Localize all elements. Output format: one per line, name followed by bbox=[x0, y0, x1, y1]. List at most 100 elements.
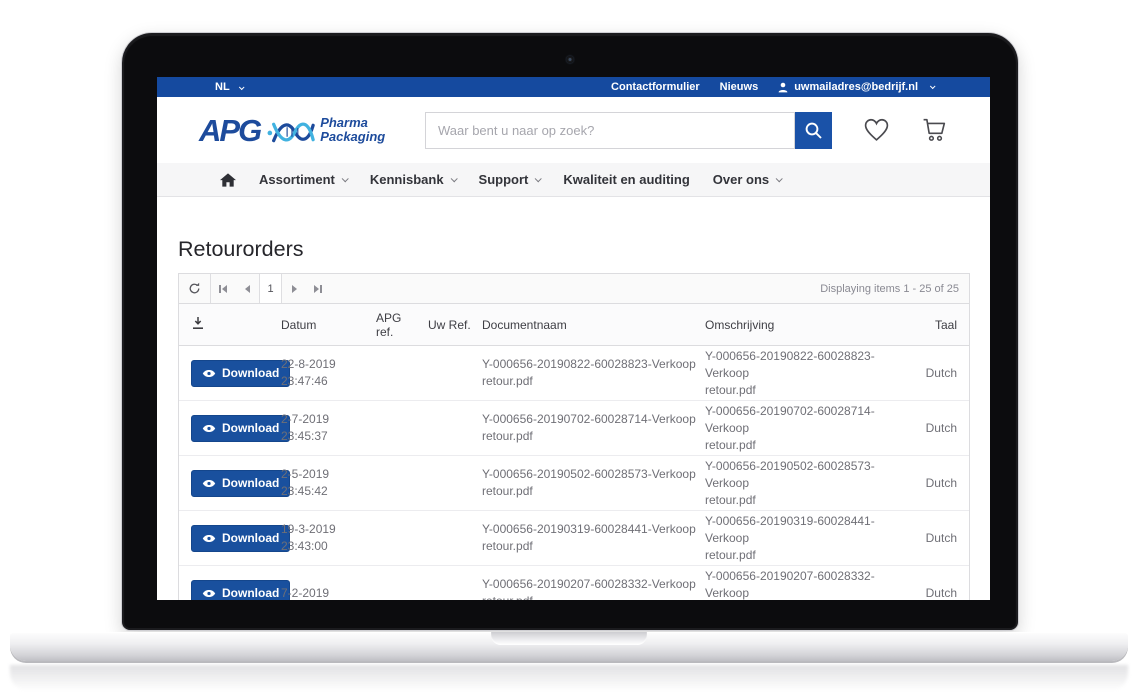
table-row: Download 2-5-2019 23:45:42 Y-000656-2019… bbox=[179, 456, 969, 511]
first-page-button[interactable] bbox=[211, 274, 235, 303]
download-button[interactable]: Download bbox=[191, 470, 290, 497]
cell-omschrijving: Y-000656-20190207-60028332-Verkoop retou… bbox=[705, 568, 915, 601]
download-button-label: Download bbox=[222, 476, 279, 490]
nav-item[interactable]: Assortiment bbox=[259, 172, 347, 187]
language-selector[interactable]: NL bbox=[215, 81, 243, 93]
date-value: 7-2-2019 bbox=[281, 585, 368, 601]
retourorders-table: 1 Displaying items 1 - 25 of 25 bbox=[178, 273, 970, 600]
table-row: Download 2-7-2019 23:45:37 Y-000656-2019… bbox=[179, 401, 969, 456]
column-header-apg-ref[interactable]: APG ref. bbox=[376, 311, 428, 339]
download-button-label: Download bbox=[222, 586, 279, 600]
cart-icon bbox=[921, 118, 948, 142]
refresh-icon bbox=[188, 282, 201, 295]
cell-taal: Dutch bbox=[915, 420, 969, 437]
cell-omschrijving: Y-000656-20190822-60028823-Verkoop retou… bbox=[705, 348, 915, 399]
cell-taal: Dutch bbox=[915, 585, 969, 601]
user-email: uwmailadres@bedrijf.nl bbox=[794, 81, 918, 93]
laptop-mockup: NL Contactformulier Nieuws uwmailadres@be… bbox=[0, 0, 1138, 692]
next-page-button[interactable] bbox=[282, 274, 306, 303]
nav-item-label: Over ons bbox=[713, 172, 769, 187]
column-header-taal[interactable]: Taal bbox=[915, 318, 969, 332]
cell-omschrijving: Y-000656-20190319-60028441-Verkoop retou… bbox=[705, 513, 915, 564]
download-button[interactable]: Download bbox=[191, 415, 290, 442]
chevron-down-icon bbox=[450, 175, 457, 182]
page-number-input[interactable]: 1 bbox=[259, 274, 282, 303]
chevron-down-icon bbox=[535, 175, 542, 182]
site-header: APG Pharma Packaging bbox=[157, 97, 990, 163]
search-button[interactable] bbox=[795, 112, 832, 149]
column-header-omschrijving[interactable]: Omschrijving bbox=[705, 318, 915, 332]
time-value: 23:45:42 bbox=[281, 483, 368, 500]
cell-documentnaam: Y-000656-20190502-60028573-Verkoop retou… bbox=[482, 466, 705, 500]
cell-taal: Dutch bbox=[915, 475, 969, 492]
date-value: 22-8-2019 bbox=[281, 356, 368, 373]
eye-icon bbox=[202, 589, 216, 598]
logo-wordmark: Pharma Packaging bbox=[320, 116, 385, 144]
cell-documentnaam: Y-000656-20190822-60028823-Verkoop retou… bbox=[482, 356, 705, 390]
chevron-down-icon bbox=[776, 175, 783, 182]
search-input[interactable] bbox=[425, 112, 795, 149]
table-row: Download 22-8-2019 23:47:46 Y-000656-201… bbox=[179, 346, 969, 401]
user-icon bbox=[778, 82, 788, 93]
cell-datum: 19-3-2019 23:43:00 bbox=[281, 521, 376, 555]
language-label: NL bbox=[215, 81, 229, 93]
date-value: 2-7-2019 bbox=[281, 411, 368, 428]
topbar-link[interactable]: Nieuws bbox=[720, 81, 759, 93]
wishlist-button[interactable] bbox=[863, 118, 890, 142]
eye-icon bbox=[202, 534, 216, 543]
nav-item[interactable]: Kennisbank bbox=[370, 172, 456, 187]
time-value: 23:45:37 bbox=[281, 428, 368, 445]
download-button[interactable]: Download bbox=[191, 580, 290, 601]
page-content: Retourorders bbox=[157, 237, 990, 600]
time-value: 23:47:46 bbox=[281, 373, 368, 390]
download-button[interactable]: Download bbox=[191, 360, 290, 387]
user-menu[interactable]: uwmailadres@bedrijf.nl bbox=[778, 81, 934, 93]
last-page-button[interactable] bbox=[306, 274, 330, 303]
page-title: Retourorders bbox=[178, 237, 970, 262]
cell-omschrijving: Y-000656-20190502-60028573-Verkoop retou… bbox=[705, 458, 915, 509]
topbar: NL Contactformulier Nieuws uwmailadres@be… bbox=[157, 77, 990, 97]
date-value: 19-3-2019 bbox=[281, 521, 368, 538]
laptop-lid: NL Contactformulier Nieuws uwmailadres@be… bbox=[122, 33, 1018, 630]
cart-button[interactable] bbox=[921, 118, 948, 142]
topbar-link[interactable]: Contactformulier bbox=[611, 81, 700, 93]
last-page-icon bbox=[320, 285, 322, 293]
download-icon bbox=[191, 316, 205, 330]
refresh-button[interactable] bbox=[179, 274, 211, 303]
nav-item[interactable]: Over ons bbox=[713, 172, 781, 187]
laptop-base bbox=[10, 632, 1128, 661]
cell-taal: Dutch bbox=[915, 365, 969, 382]
triangle-left-icon bbox=[245, 285, 250, 293]
nav-home-button[interactable] bbox=[220, 173, 236, 187]
nav-item[interactable]: Support bbox=[479, 172, 541, 187]
cell-documentnaam: Y-000656-20190702-60028714-Verkoop retou… bbox=[482, 411, 705, 445]
time-value: 23:43:00 bbox=[281, 538, 368, 555]
column-header-uw-ref[interactable]: Uw Ref. bbox=[428, 318, 482, 332]
column-header-datum[interactable]: Datum bbox=[281, 318, 376, 332]
cell-datum: 2-7-2019 23:45:37 bbox=[281, 411, 376, 445]
download-button-label: Download bbox=[222, 531, 279, 545]
main-nav: Assortiment Kennisbank Support Kwaliteit… bbox=[157, 163, 990, 197]
cell-datum: 22-8-2019 23:47:46 bbox=[281, 356, 376, 390]
nav-item-label: Kennisbank bbox=[370, 172, 444, 187]
eye-icon bbox=[202, 479, 216, 488]
download-button-label: Download bbox=[222, 366, 279, 380]
laptop-notch bbox=[491, 632, 647, 645]
chevron-down-icon bbox=[238, 84, 244, 90]
column-header-documentnaam[interactable]: Documentnaam bbox=[482, 318, 705, 332]
search-box bbox=[425, 112, 832, 149]
logo-line2: Packaging bbox=[320, 130, 385, 144]
eye-icon bbox=[202, 369, 216, 378]
date-value: 2-5-2019 bbox=[281, 466, 368, 483]
apg-logo[interactable]: APG Pharma Packaging bbox=[199, 111, 425, 149]
webcam bbox=[567, 56, 574, 63]
logo-apg-text: APG bbox=[199, 115, 260, 146]
previous-page-button[interactable] bbox=[235, 274, 259, 303]
nav-item[interactable]: Kwaliteit en auditing bbox=[563, 172, 689, 187]
laptop-reflection bbox=[10, 665, 1128, 691]
nav-item-label: Assortiment bbox=[259, 172, 335, 187]
logo-line1: Pharma bbox=[320, 116, 385, 130]
cell-omschrijving: Y-000656-20190702-60028714-Verkoop retou… bbox=[705, 403, 915, 454]
cell-datum: 7-2-2019 bbox=[281, 585, 376, 601]
download-button[interactable]: Download bbox=[191, 525, 290, 552]
